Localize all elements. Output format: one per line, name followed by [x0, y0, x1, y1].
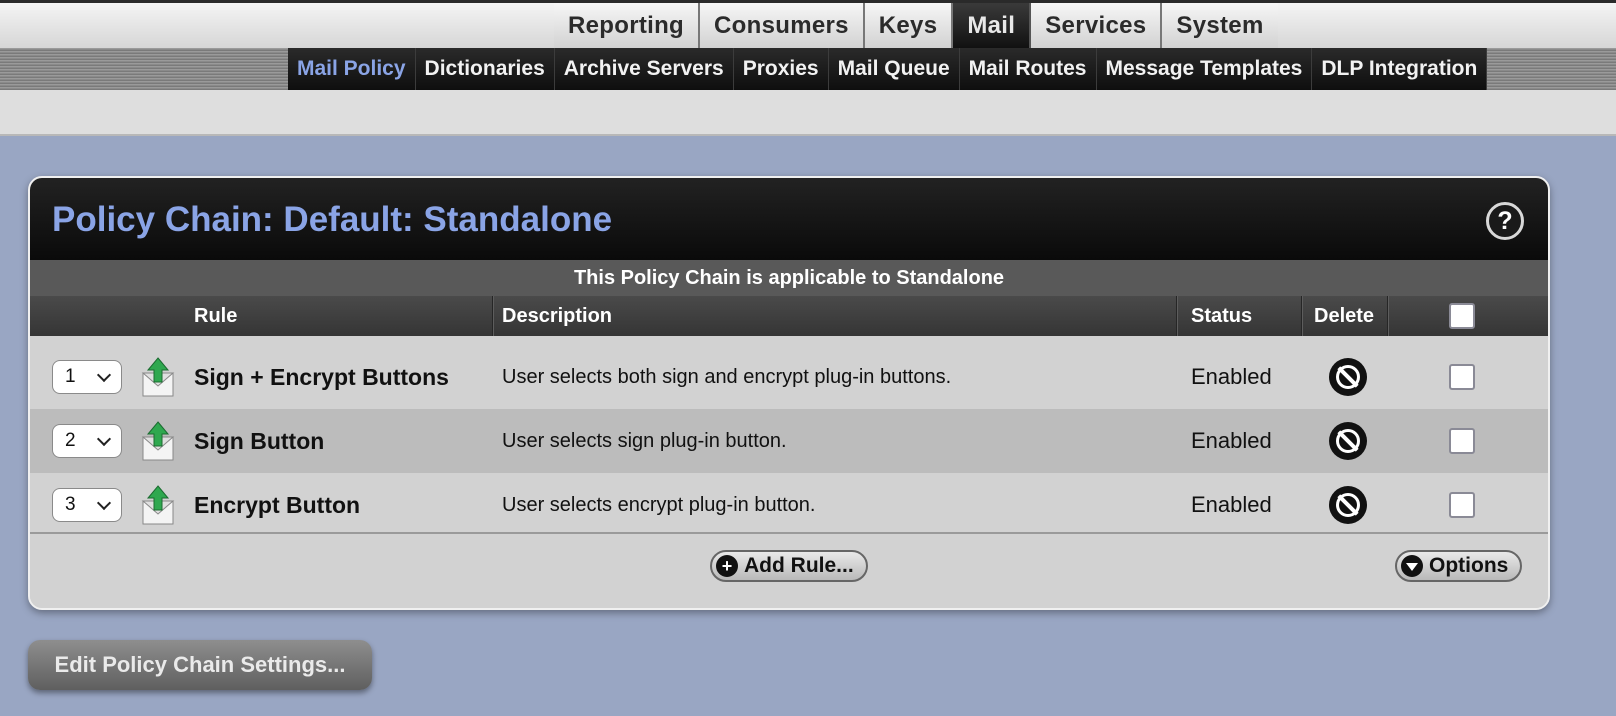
- select-all-cell: [1449, 296, 1475, 336]
- tab-services[interactable]: Services: [1031, 3, 1163, 48]
- tab-consumers[interactable]: Consumers: [700, 3, 865, 48]
- subtab-dictionaries[interactable]: Dictionaries: [415, 48, 555, 90]
- applicable-banner: This Policy Chain is applicable to Stand…: [30, 260, 1548, 296]
- table-row: 1 Sign + Encrypt Buttons User selects bo…: [30, 345, 1548, 409]
- table-row: 3 Encrypt Button User selects encrypt pl…: [30, 473, 1548, 537]
- col-rule: Rule: [194, 304, 238, 327]
- tab-mail[interactable]: Mail: [953, 3, 1032, 48]
- rule-description: User selects both sign and encrypt plug-…: [502, 365, 952, 388]
- row-checkbox[interactable]: [1449, 428, 1475, 454]
- plus-icon: +: [716, 555, 738, 577]
- add-rule-button[interactable]: + Add Rule...: [710, 550, 868, 582]
- tab-keys[interactable]: Keys: [864, 3, 954, 48]
- subtab-archive-servers[interactable]: Archive Servers: [554, 48, 734, 90]
- subtab-proxies[interactable]: Proxies: [733, 48, 829, 90]
- options-label: Options: [1429, 554, 1509, 577]
- order-value: 2: [65, 430, 76, 451]
- table-header: Rule Description Status Delete: [30, 296, 1548, 336]
- sub-nav: Mail Policy Dictionaries Archive Servers…: [288, 48, 1488, 90]
- rule-description: User selects encrypt plug-in button.: [502, 493, 816, 516]
- question-icon[interactable]: ?: [1486, 202, 1524, 240]
- chevron-down-icon: [96, 495, 112, 510]
- order-select[interactable]: 3: [52, 488, 122, 522]
- top-nav: Reporting Consumers Keys Mail Services S…: [554, 3, 1278, 48]
- chevron-down-icon: [96, 431, 112, 446]
- col-divider: [1301, 296, 1303, 336]
- rule-status: Enabled: [1191, 364, 1272, 389]
- add-rule-label: Add Rule...: [744, 554, 854, 577]
- col-description: Description: [502, 304, 613, 327]
- delete-icon[interactable]: [1329, 358, 1367, 396]
- subtab-dlp-integration[interactable]: DLP Integration: [1312, 48, 1488, 90]
- select-all-checkbox[interactable]: [1449, 303, 1475, 329]
- subtab-mail-routes[interactable]: Mail Routes: [959, 48, 1097, 90]
- col-delete: Delete: [1314, 304, 1375, 327]
- row-checkbox[interactable]: [1449, 492, 1475, 518]
- col-divider: [1176, 296, 1178, 336]
- subtab-mail-queue[interactable]: Mail Queue: [828, 48, 960, 90]
- order-select[interactable]: 2: [52, 424, 122, 458]
- col-status: Status: [1191, 304, 1253, 327]
- rule-description: User selects sign plug-in button.: [502, 429, 787, 452]
- rule-name[interactable]: Encrypt Button: [194, 473, 360, 537]
- order-value: 1: [65, 366, 76, 387]
- table-row: 2 Sign Button User selects sign plug-in …: [30, 409, 1548, 473]
- col-divider: [492, 296, 494, 336]
- caret-down-icon: [1401, 555, 1423, 577]
- panel-footer: + Add Rule... Options: [30, 532, 1548, 608]
- subtab-message-templates[interactable]: Message Templates: [1096, 48, 1313, 90]
- tab-system[interactable]: System: [1162, 3, 1278, 48]
- rule-status: Enabled: [1191, 492, 1272, 517]
- delete-icon[interactable]: [1329, 422, 1367, 460]
- col-divider: [1387, 296, 1389, 336]
- panel-title: Policy Chain: Default: Standalone: [52, 200, 613, 239]
- rule-name[interactable]: Sign + Encrypt Buttons: [194, 345, 449, 409]
- rule-arrow-icon: [141, 357, 175, 397]
- subtab-mail-policy[interactable]: Mail Policy: [288, 48, 416, 90]
- chevron-down-icon: [96, 367, 112, 382]
- options-button[interactable]: Options: [1395, 550, 1523, 582]
- panel-header: Policy Chain: Default: Standalone ?: [30, 178, 1548, 260]
- edit-policy-chain-settings-button[interactable]: Edit Policy Chain Settings...: [28, 640, 372, 690]
- row-checkbox[interactable]: [1449, 364, 1475, 390]
- tab-reporting[interactable]: Reporting: [554, 3, 701, 48]
- rule-arrow-icon: [141, 485, 175, 525]
- order-value: 3: [65, 494, 76, 515]
- rule-name[interactable]: Sign Button: [194, 409, 324, 473]
- rule-arrow-icon: [141, 421, 175, 461]
- policy-chain-panel: Policy Chain: Default: Standalone ? This…: [28, 176, 1550, 610]
- delete-icon[interactable]: [1329, 486, 1367, 524]
- rule-status: Enabled: [1191, 428, 1272, 453]
- order-select[interactable]: 1: [52, 360, 122, 394]
- toolbar-strip: [0, 90, 1616, 136]
